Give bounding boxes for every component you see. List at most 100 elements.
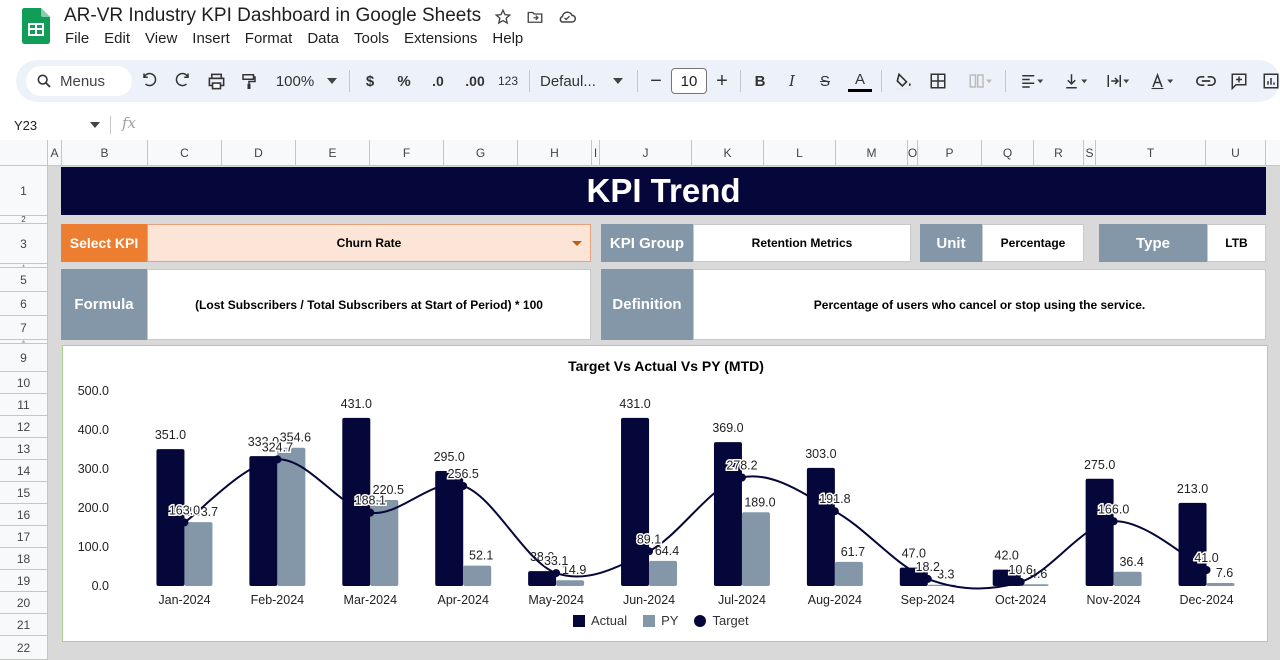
zoom-select[interactable]: 100% <box>273 70 317 92</box>
column-header[interactable]: H <box>518 140 592 165</box>
fill-color-icon[interactable] <box>892 70 916 92</box>
row-header[interactable]: 6 <box>0 292 47 316</box>
row-header[interactable]: 2 <box>0 215 47 224</box>
y-tick-label: 200.0 <box>78 501 109 515</box>
cloud-status-icon[interactable] <box>556 6 578 28</box>
insert-link-icon[interactable] <box>1195 70 1217 92</box>
horizontal-align-icon[interactable] <box>1014 70 1050 92</box>
menu-data[interactable]: Data <box>307 30 339 47</box>
italic-button[interactable]: I <box>782 70 802 92</box>
row-header[interactable]: 11 <box>0 394 47 416</box>
column-header[interactable]: T <box>1096 140 1206 165</box>
row-header[interactable]: 1 <box>0 166 47 216</box>
decrease-font-size-button[interactable]: − <box>646 70 666 92</box>
column-header[interactable]: F <box>370 140 444 165</box>
column-headers: A B C D E F G H I J K L M O P Q R S T U <box>48 140 1280 166</box>
column-header[interactable]: R <box>1034 140 1084 165</box>
row-header[interactable]: 13 <box>0 438 47 460</box>
row-header[interactable]: 17 <box>0 526 47 548</box>
menu-edit[interactable]: Edit <box>104 30 130 47</box>
sheets-logo-icon[interactable] <box>22 8 50 44</box>
column-header[interactable]: G <box>444 140 518 165</box>
chevron-down-icon[interactable] <box>572 241 582 246</box>
text-rotation-icon[interactable] <box>1143 70 1181 92</box>
row-header[interactable]: 16 <box>0 504 47 526</box>
insert-chart-icon[interactable] <box>1262 70 1280 92</box>
chevron-down-icon[interactable] <box>610 70 626 92</box>
column-header[interactable]: D <box>222 140 296 165</box>
menu-tools[interactable]: Tools <box>354 30 389 47</box>
menu-extensions[interactable]: Extensions <box>404 30 477 47</box>
redo-icon[interactable] <box>172 70 192 92</box>
move-folder-icon[interactable] <box>524 6 546 28</box>
menu-view[interactable]: View <box>145 30 177 47</box>
column-header[interactable]: K <box>692 140 764 165</box>
star-icon[interactable] <box>492 6 514 28</box>
borders-icon[interactable] <box>927 70 949 92</box>
row-header[interactable]: 21 <box>0 614 47 636</box>
merge-cells-icon[interactable] <box>962 70 998 92</box>
column-header[interactable]: U <box>1206 140 1266 165</box>
row-header[interactable]: 9 <box>0 344 47 372</box>
row-header[interactable]: 7 <box>0 316 47 340</box>
chevron-down-icon[interactable] <box>90 120 100 131</box>
column-header[interactable]: B <box>62 140 148 165</box>
print-icon[interactable] <box>205 70 227 92</box>
increase-decimal-button[interactable]: .00 <box>461 70 489 92</box>
target-point <box>830 507 839 516</box>
column-header[interactable]: L <box>764 140 836 165</box>
font-select[interactable]: Defaul... <box>540 70 606 92</box>
row-header[interactable]: 15 <box>0 482 47 504</box>
column-header[interactable]: O <box>908 140 918 165</box>
select-kpi-dropdown[interactable]: Churn Rate <box>147 224 591 262</box>
paint-format-icon[interactable] <box>238 70 260 92</box>
row-header[interactable]: 18 <box>0 548 47 570</box>
document-title[interactable]: AR-VR Industry KPI Dashboard in Google S… <box>64 5 481 27</box>
currency-format-button[interactable]: $ <box>360 70 380 92</box>
font-size-input[interactable]: 10 <box>671 68 707 94</box>
row-header[interactable]: 19 <box>0 570 47 592</box>
menu-insert[interactable]: Insert <box>192 30 230 47</box>
actual-data-label: 295.0 <box>434 450 465 464</box>
x-tick-label: Oct-2024 <box>995 593 1046 607</box>
increase-font-size-button[interactable]: + <box>712 70 732 92</box>
decrease-decimal-button[interactable]: .0 <box>426 70 450 92</box>
percent-format-button[interactable]: % <box>394 70 414 92</box>
vertical-align-icon[interactable] <box>1058 70 1094 92</box>
row-header[interactable]: 22 <box>0 636 47 660</box>
column-header[interactable]: A <box>48 140 62 165</box>
row-header[interactable]: 20 <box>0 592 47 614</box>
column-header[interactable]: P <box>918 140 982 165</box>
target-data-label: 10.6 <box>1009 563 1033 577</box>
undo-icon[interactable] <box>140 70 160 92</box>
more-formats-button[interactable]: 123 <box>495 70 521 92</box>
formula-input[interactable] <box>150 112 1270 138</box>
row-header[interactable]: 14 <box>0 460 47 482</box>
chevron-down-icon[interactable] <box>324 70 340 92</box>
menu-file[interactable]: File <box>65 30 89 47</box>
column-header[interactable]: M <box>836 140 908 165</box>
menu-format[interactable]: Format <box>245 30 293 47</box>
column-header[interactable]: S <box>1084 140 1096 165</box>
column-header[interactable]: I <box>592 140 600 165</box>
menu-help[interactable]: Help <box>492 30 523 47</box>
text-wrapping-icon[interactable] <box>1100 70 1136 92</box>
row-header[interactable]: 10 <box>0 372 47 394</box>
name-box[interactable]: Y23 <box>0 110 108 140</box>
kpi-chart[interactable]: Target Vs Actual Vs PY (MTD) 0.0 100.0 200… <box>62 345 1268 642</box>
bold-button[interactable]: B <box>750 70 770 92</box>
column-header[interactable]: J <box>600 140 692 165</box>
select-all-corner[interactable] <box>0 140 48 166</box>
select-kpi-value: Churn Rate <box>336 236 402 250</box>
row-header[interactable]: 12 <box>0 416 47 438</box>
unit-label: Unit <box>920 224 982 262</box>
column-header[interactable]: E <box>296 140 370 165</box>
column-header[interactable]: C <box>148 140 222 165</box>
text-color-button[interactable]: A <box>848 70 872 92</box>
column-header[interactable]: Q <box>982 140 1034 165</box>
insert-comment-icon[interactable] <box>1228 70 1250 92</box>
row-header[interactable]: 5 <box>0 268 47 292</box>
search-menus[interactable]: Menus <box>26 66 132 96</box>
strikethrough-button[interactable]: S <box>815 70 835 92</box>
row-header[interactable]: 3 <box>0 224 47 264</box>
